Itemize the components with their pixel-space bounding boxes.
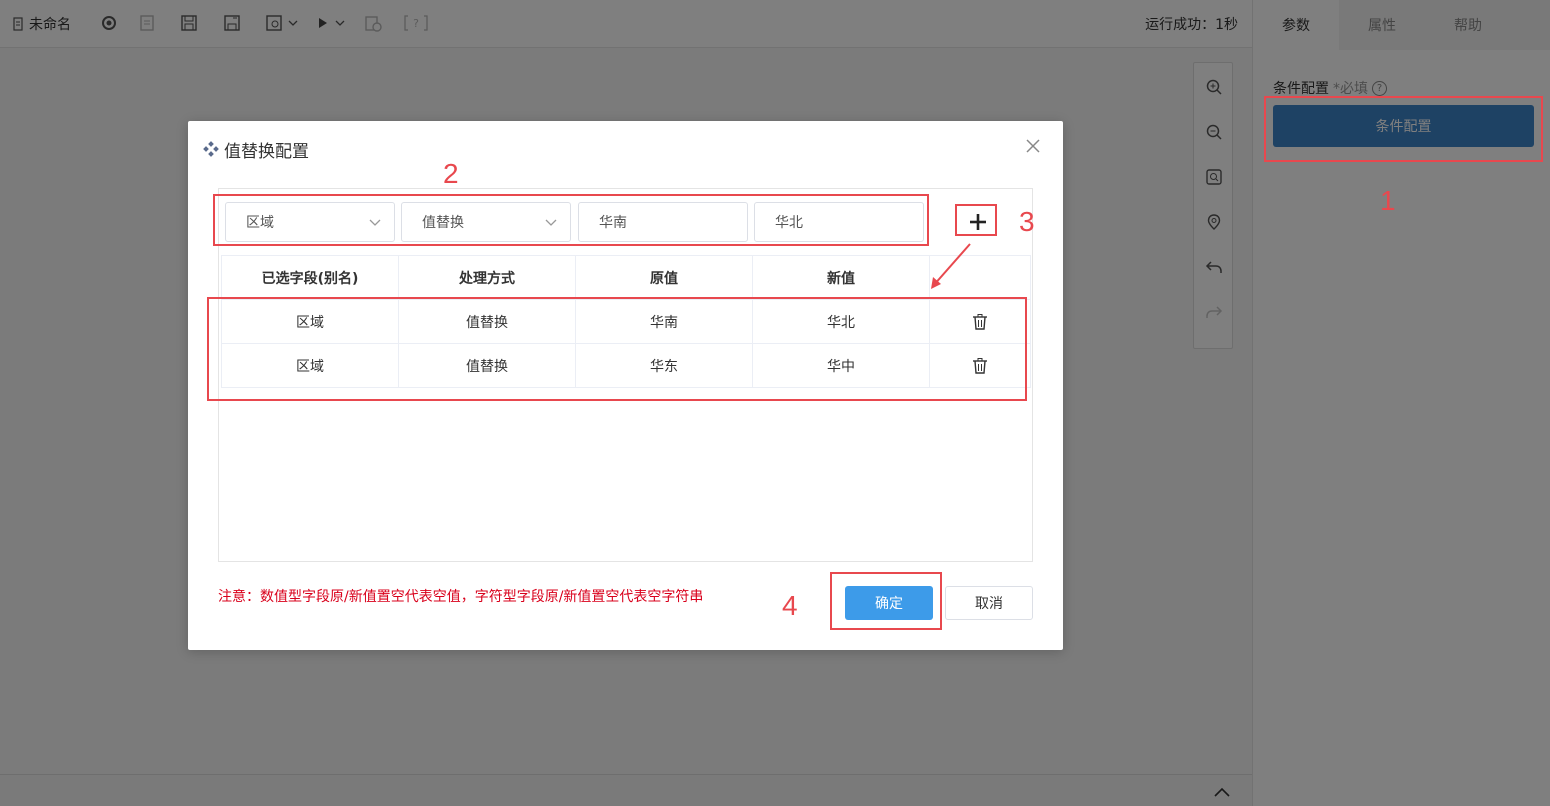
dialog-title-text: 值替换配置 [224, 142, 309, 162]
annotation-number-3: 3 [1019, 206, 1035, 237]
annotation-arrow-icon [931, 243, 971, 289]
annotation-number-4: 4 [782, 590, 798, 621]
header-old-value: 原值 [575, 255, 753, 300]
header-field: 已选字段(别名) [221, 255, 399, 300]
diamond-grid-icon [203, 140, 219, 157]
annotation-box-2 [213, 194, 929, 246]
close-icon[interactable] [1024, 137, 1042, 155]
annotation-box-1 [1264, 96, 1543, 162]
annotation-box-3 [955, 204, 997, 236]
annotation-number-2: 2 [443, 158, 459, 189]
notice-text: 注意：数值型字段原/新值置空代表空值，字符型字段原/新值置空代表空字符串 [218, 589, 704, 605]
annotation-box-4 [830, 572, 942, 630]
cancel-button[interactable]: 取消 [945, 586, 1033, 620]
annotation-box-rows [207, 297, 1027, 401]
dialog-title: 值替换配置 [202, 137, 309, 162]
header-new-value: 新值 [752, 255, 930, 300]
table-header-row: 已选字段(别名) 处理方式 原值 新值 [221, 255, 1031, 300]
annotation-number-1: 1 [1380, 185, 1396, 216]
header-method: 处理方式 [398, 255, 576, 300]
